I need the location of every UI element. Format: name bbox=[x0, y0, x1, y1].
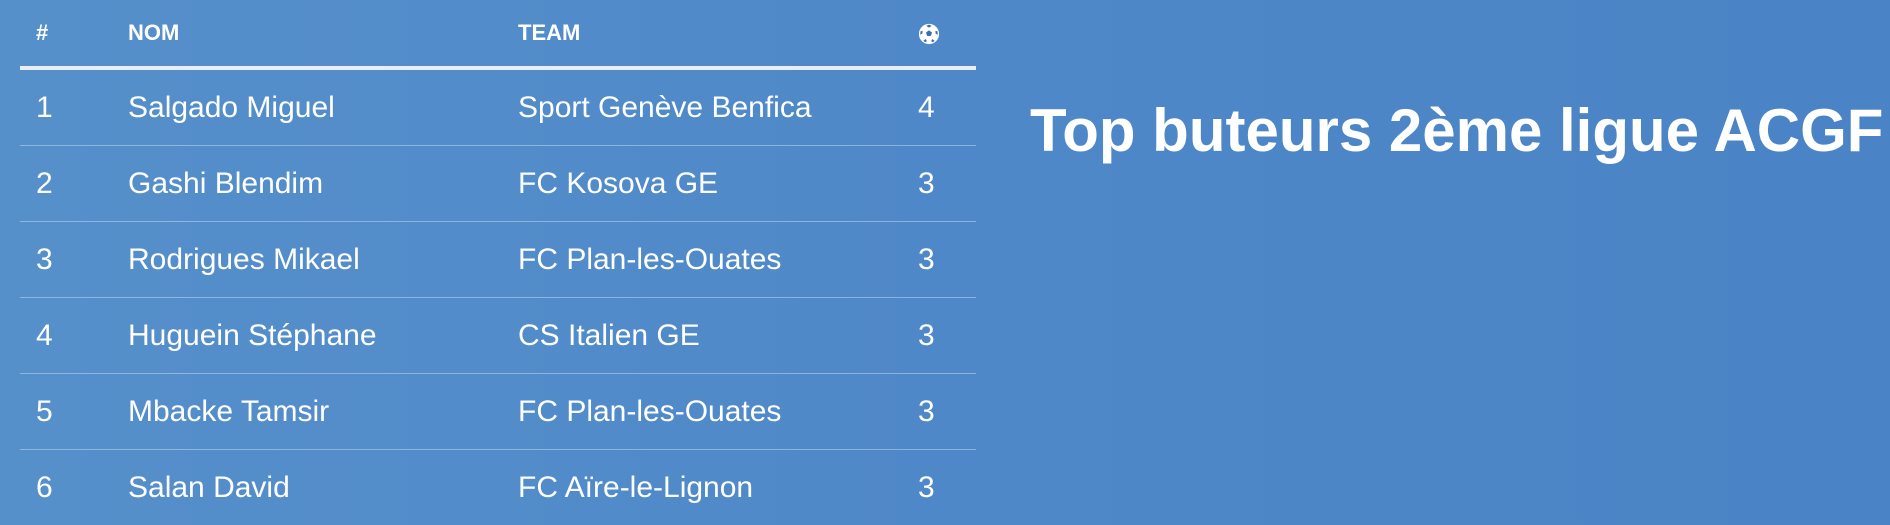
row-player-name: Huguein Stéphane bbox=[128, 298, 518, 374]
table-row: 6 Salan David FC Aïre-le-Lignon 3 bbox=[20, 450, 976, 525]
row-rank: 3 bbox=[20, 222, 128, 298]
table-row: 2 Gashi Blendim FC Kosova GE 3 bbox=[20, 146, 976, 222]
row-team: CS Italien GE bbox=[518, 298, 918, 374]
header-name: NOM bbox=[128, 0, 518, 68]
row-rank: 2 bbox=[20, 146, 128, 222]
header-rank: # bbox=[20, 0, 128, 68]
row-player-name: Mbacke Tamsir bbox=[128, 374, 518, 450]
scorers-table-container: # NOM TEAM bbox=[20, 0, 960, 525]
table-row: 5 Mbacke Tamsir FC Plan-les-Ouates 3 bbox=[20, 374, 976, 450]
row-goals: 3 bbox=[918, 374, 976, 450]
row-team: FC Aïre-le-Lignon bbox=[518, 450, 918, 525]
row-goals: 3 bbox=[918, 146, 976, 222]
header-team: TEAM bbox=[518, 0, 918, 68]
table-header: # NOM TEAM bbox=[20, 0, 976, 68]
row-team: FC Kosova GE bbox=[518, 146, 918, 222]
row-player-name: Gashi Blendim bbox=[128, 146, 518, 222]
row-player-name: Salgado Miguel bbox=[128, 68, 518, 146]
header-goals bbox=[918, 0, 976, 68]
header-row: # NOM TEAM bbox=[20, 0, 976, 68]
row-rank: 4 bbox=[20, 298, 128, 374]
soccer-ball-icon bbox=[918, 23, 940, 45]
row-goals: 3 bbox=[918, 298, 976, 374]
row-player-name: Salan David bbox=[128, 450, 518, 525]
row-team: FC Plan-les-Ouates bbox=[518, 222, 918, 298]
row-rank: 1 bbox=[20, 68, 128, 146]
table-row: 1 Salgado Miguel Sport Genève Benfica 4 bbox=[20, 68, 976, 146]
row-team: FC Plan-les-Ouates bbox=[518, 374, 918, 450]
table-row: 3 Rodrigues Mikael FC Plan-les-Ouates 3 bbox=[20, 222, 976, 298]
row-rank: 5 bbox=[20, 374, 128, 450]
row-player-name: Rodrigues Mikael bbox=[128, 222, 518, 298]
row-goals: 3 bbox=[918, 222, 976, 298]
row-rank: 6 bbox=[20, 450, 128, 525]
row-goals: 4 bbox=[918, 68, 976, 146]
row-goals: 3 bbox=[918, 450, 976, 525]
table-row: 4 Huguein Stéphane CS Italien GE 3 bbox=[20, 298, 976, 374]
page-title: Top buteurs 2ème ligue ACGF bbox=[1030, 96, 1883, 165]
top-scorers-table: # NOM TEAM bbox=[20, 0, 976, 525]
row-team: Sport Genève Benfica bbox=[518, 68, 918, 146]
table-body: 1 Salgado Miguel Sport Genève Benfica 4 … bbox=[20, 68, 976, 525]
